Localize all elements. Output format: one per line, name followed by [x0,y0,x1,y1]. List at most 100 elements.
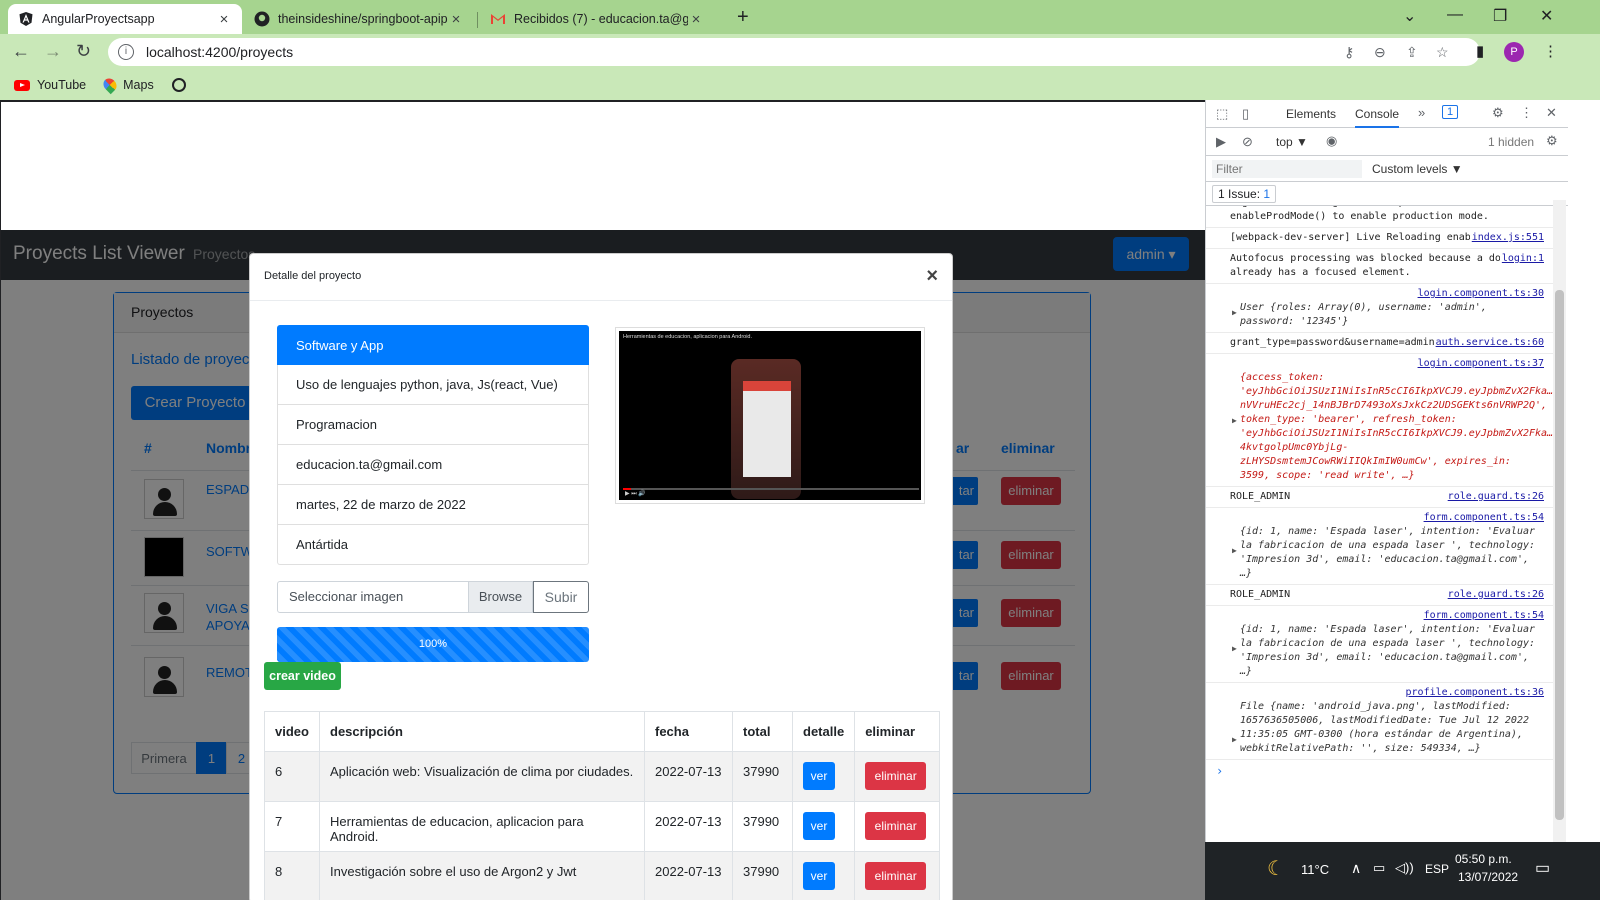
settings-icon[interactable]: ⚙ [1492,105,1504,121]
view-button[interactable]: ver [803,862,835,890]
key-icon[interactable]: ⚷ [1344,44,1354,61]
profile-avatar[interactable]: P [1504,42,1524,62]
message-source-link[interactable]: profile.component.ts:36 [1230,686,1546,700]
column-header-eliminar: eliminar [854,711,940,752]
network-icon[interactable]: ▭ [1373,860,1385,876]
clear-console-icon[interactable]: ⊘ [1242,134,1253,150]
close-tab-icon[interactable]: × [448,11,464,28]
view-button[interactable]: ver [803,762,835,790]
message-source-link[interactable]: index.js:551 [1469,231,1544,245]
video-player[interactable]: Herramientas de educacion, aplicacion pa… [615,327,925,504]
tab-elements[interactable]: Elements [1286,107,1336,121]
device-toolbar-icon[interactable]: ▯ [1242,106,1249,122]
close-tab-icon[interactable]: × [688,11,704,28]
new-tab-button[interactable]: + [737,6,749,29]
clock-time[interactable]: 05:50 p.m. [1455,852,1512,866]
message-source-link[interactable]: login.component.ts:30 [1230,287,1546,301]
message-source-link[interactable]: login:1 [1499,252,1544,266]
video-frame[interactable]: Herramientas de educacion, aplicacion pa… [619,331,921,500]
view-button[interactable]: ver [803,812,835,840]
column-header-total: total [732,711,793,752]
tab-angular[interactable]: AngularProyectsapp × [8,4,242,34]
issues-button[interactable]: 1 Issue: 1 [1212,185,1277,203]
expand-triangle-icon[interactable]: ▶ [1232,544,1237,558]
tab-github[interactable]: theinsideshine/springboot-apipr × [244,4,474,34]
tray-chevron-icon[interactable]: ∧ [1351,860,1361,877]
tab-console[interactable]: Console [1355,107,1400,128]
expand-triangle-icon[interactable]: ▶ [1232,642,1237,656]
close-icon[interactable]: × [926,265,938,288]
column-header-descripcion: descripción [319,711,645,752]
side-panel-icon[interactable]: ▮ [1476,42,1484,60]
bookmarks-bar: YouTube Maps [0,70,1600,100]
column-header-detalle: detalle [791,711,856,752]
message-source-link[interactable]: form.component.ts:54 [1230,609,1546,623]
message-source-link[interactable]: form.component.ts:54 [1230,511,1546,525]
info-icon[interactable]: i [118,44,134,60]
restore-icon[interactable]: ❐ [1493,6,1507,26]
reload-icon[interactable]: ↻ [76,41,91,62]
address-bar[interactable]: i ⚷ ⊖ ⇪ ☆ [108,38,1480,66]
tab-search-icon[interactable]: ⌄ [1403,6,1416,26]
eye-icon[interactable]: ◉ [1326,133,1337,149]
delete-button[interactable]: eliminar [865,762,927,790]
expand-triangle-icon[interactable]: ▶ [1232,733,1237,747]
delete-button[interactable]: eliminar [865,862,927,890]
close-devtools-icon[interactable]: ✕ [1546,105,1557,121]
tab-separator [477,12,478,28]
sidebar-toggle-icon[interactable]: ▶ [1216,134,1226,150]
filter-input[interactable] [1212,160,1362,178]
star-icon[interactable]: ☆ [1436,44,1449,61]
cell-eliminar: eliminar [854,801,940,852]
expand-triangle-icon[interactable]: ▶ [1232,414,1237,428]
console-prompt[interactable]: › [1206,760,1556,782]
message-source-link[interactable]: core.mjs:23460 [1457,206,1544,209]
menu-icon[interactable]: ⋮ [1543,42,1558,60]
more-tabs-icon[interactable]: » [1418,105,1425,120]
play-icon[interactable]: ▶ ⏭ 🔊 [625,490,646,498]
share-icon[interactable]: ⇪ [1406,44,1418,61]
upload-progress-fill: 100% [277,627,589,662]
notifications-icon[interactable]: ▭ [1535,858,1550,878]
issues-badge[interactable]: 1 [1442,105,1459,119]
cell-fecha: 2022-07-13 [644,851,733,900]
message-source-link[interactable]: role.guard.ts:26 [1445,490,1544,504]
cell-eliminar: eliminar [854,851,940,900]
message-source-link[interactable]: role.guard.ts:26 [1445,588,1544,602]
url-input[interactable] [146,44,746,60]
video-progress-bar[interactable] [623,488,919,490]
create-video-button[interactable]: crear video [264,662,341,690]
weather-temp[interactable]: 11°C [1301,862,1329,877]
more-menu-icon[interactable]: ⋮ [1520,105,1533,121]
tab-gmail[interactable]: Recibidos (7) - educacion.ta@gm × [480,4,714,34]
expand-triangle-icon[interactable]: ▶ [1232,306,1237,320]
language-indicator[interactable]: ESP [1425,862,1449,876]
tab-title: AngularProyectsapp [42,12,155,26]
context-selector[interactable]: top ▼ [1276,135,1308,149]
inspect-icon[interactable]: ⬚ [1216,106,1228,122]
bookmark-youtube[interactable]: YouTube [14,78,86,92]
bookmark-globe[interactable] [171,78,193,92]
zoom-icon[interactable]: ⊖ [1374,44,1386,61]
message-source-link[interactable]: auth.service.ts:60 [1433,336,1544,350]
clock-date[interactable]: 13/07/2022 [1458,870,1518,884]
console-scrollbar[interactable] [1553,200,1566,842]
browse-button[interactable]: Browse [469,581,533,613]
volume-icon[interactable]: ◁)) [1395,860,1414,876]
detail-date: martes, 22 de marzo de 2022 [277,485,589,525]
console-message: ROLE_ADMIN role.guard.ts:26 [1206,585,1556,606]
levels-dropdown[interactable]: Custom levels ▼ [1372,162,1463,176]
message-source-link[interactable]: login.component.ts:37 [1230,357,1546,371]
file-input[interactable]: Seleccionar imagen [277,581,469,613]
scrollbar-thumb[interactable] [1555,290,1564,820]
back-icon[interactable]: ← [12,41,30,62]
bookmark-maps[interactable]: Maps [100,75,154,95]
close-window-icon[interactable]: ✕ [1540,6,1553,26]
weather-icon[interactable]: ☾ [1267,856,1285,881]
delete-button[interactable]: eliminar [865,812,927,840]
console-settings-icon[interactable]: ⚙ [1546,133,1558,149]
forward-icon[interactable]: → [44,41,62,62]
close-tab-icon[interactable]: × [216,11,232,28]
upload-button[interactable]: Subir [533,581,589,613]
minimize-icon[interactable]: — [1447,6,1463,24]
